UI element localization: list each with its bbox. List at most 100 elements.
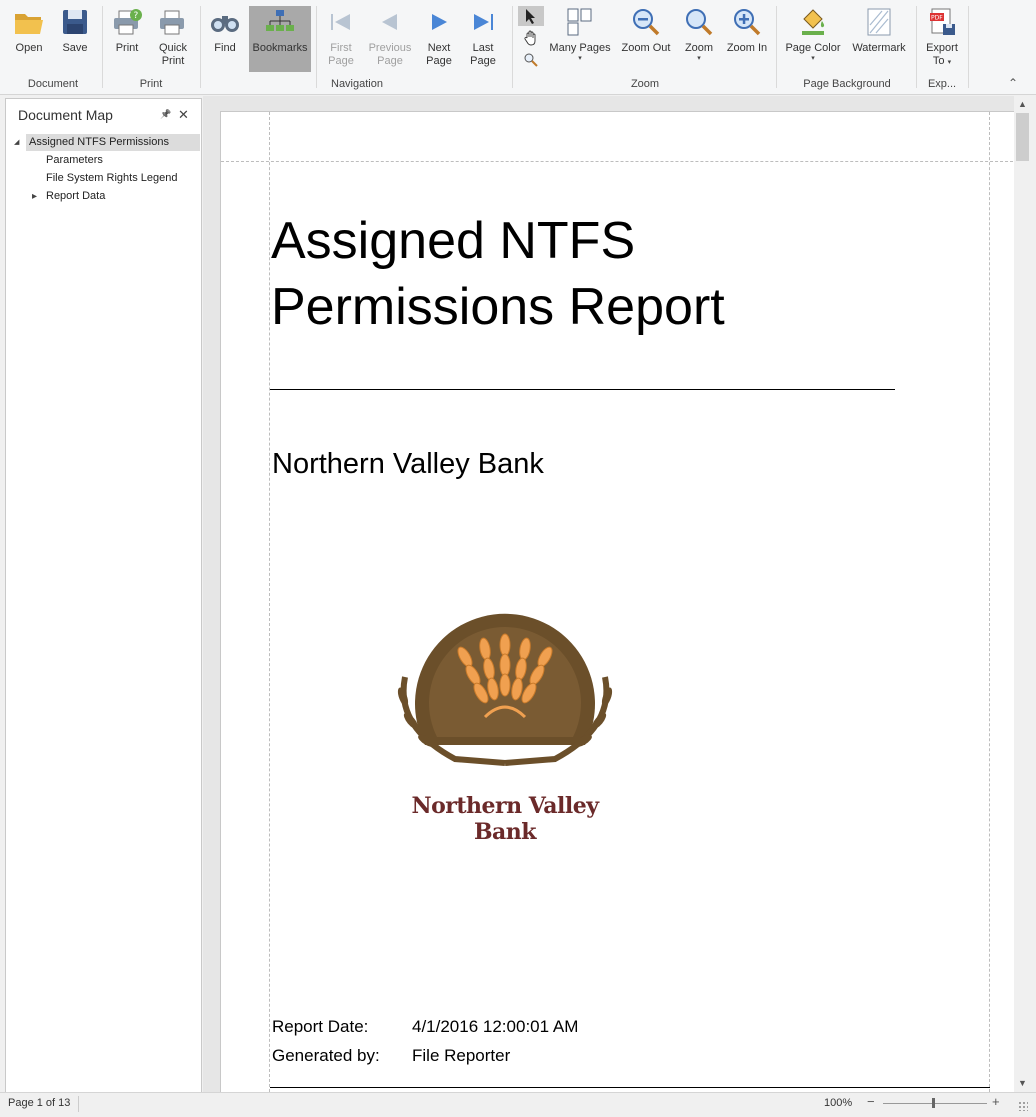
- close-icon[interactable]: ✕: [178, 107, 189, 123]
- group-separator: [968, 6, 969, 88]
- tree-item-report-data[interactable]: ▸ Report Data: [32, 188, 105, 205]
- report-date-value: 4/1/2016 12:00:01 AM: [412, 1017, 579, 1036]
- dropdown-caret-icon: ▾: [697, 55, 701, 62]
- collapse-triangle-icon[interactable]: ◢: [14, 134, 19, 151]
- group-label-print: Print: [139, 78, 163, 90]
- zoom-button[interactable]: Zoom ▾: [678, 6, 720, 72]
- group-separator: [316, 6, 317, 88]
- scroll-up-arrow-icon[interactable]: ▲: [1018, 99, 1027, 109]
- margin-guide-left: [269, 112, 270, 1102]
- dropdown-caret-icon: ▾: [811, 55, 815, 62]
- zoom-out-icon: [631, 6, 661, 38]
- last-page-icon: [470, 6, 496, 38]
- page-indicator: Page 1 of 13: [8, 1097, 71, 1109]
- document-map-panel: Document Map 📌 ✕ ◢ Assigned NTFS Permiss…: [5, 98, 202, 1093]
- many-pages-button[interactable]: Many Pages ▾: [548, 6, 612, 72]
- group-separator: [102, 6, 103, 88]
- vertical-scrollbar[interactable]: ▲ ▼: [1014, 96, 1031, 1092]
- many-pages-icon: [565, 6, 595, 38]
- group-separator: [916, 6, 917, 88]
- resize-grip-icon[interactable]: [1018, 1101, 1028, 1111]
- zoom-out-small-button[interactable]: −: [867, 1094, 875, 1109]
- quick-print-button[interactable]: Quick Print: [152, 6, 194, 72]
- group-separator: [200, 6, 201, 88]
- status-bar: Page 1 of 13 100% − +: [0, 1092, 1036, 1117]
- margin-guide-right: [989, 112, 990, 1102]
- footer-divider: [270, 1087, 990, 1088]
- group-label-navigation: Navigation: [331, 78, 383, 90]
- magnifier-icon: [524, 53, 538, 67]
- floppy-disk-icon: [61, 6, 89, 38]
- status-separator: [78, 1096, 79, 1112]
- collapse-ribbon-icon[interactable]: ⌃: [1008, 76, 1018, 90]
- folder-open-icon: [13, 6, 45, 38]
- find-button[interactable]: Find: [204, 6, 246, 72]
- pin-icon[interactable]: 📌: [160, 109, 171, 120]
- company-name: Northern Valley Bank: [272, 448, 544, 480]
- wheat-logo-icon: [397, 613, 613, 766]
- pdf-export-icon: PDF: [927, 6, 957, 38]
- scrollbar-thumb[interactable]: [1016, 113, 1029, 161]
- paint-bucket-icon: [798, 6, 828, 38]
- report-title: Assigned NTFS Permissions Report: [271, 212, 725, 336]
- zoom-icon: [684, 6, 714, 38]
- printer-icon: [157, 6, 189, 38]
- svg-text:PDF: PDF: [931, 15, 943, 22]
- previous-page-button[interactable]: Previous Page: [366, 6, 414, 72]
- pointer-tool-button[interactable]: [518, 6, 544, 26]
- page-color-button[interactable]: Page Color ▾: [782, 6, 844, 72]
- last-page-button[interactable]: Last Page: [462, 6, 504, 72]
- zoom-slider[interactable]: [883, 1103, 987, 1104]
- zoom-in-small-button[interactable]: +: [992, 1094, 1000, 1109]
- binoculars-icon: [209, 6, 241, 38]
- zoom-out-button[interactable]: Zoom Out: [618, 6, 674, 72]
- zoom-slider-thumb[interactable]: [932, 1098, 935, 1108]
- cursor-arrow-icon: [526, 9, 535, 24]
- tree-item-assigned-ntfs-permissions[interactable]: ◢ Assigned NTFS Permissions: [14, 134, 200, 151]
- scroll-down-arrow-icon[interactable]: ▼: [1018, 1078, 1027, 1088]
- next-page-icon: [426, 6, 452, 38]
- zoom-in-icon: [732, 6, 762, 38]
- bank-logo: Northern Valley Bank: [385, 597, 645, 845]
- bookmarks-button[interactable]: Bookmarks: [249, 6, 311, 72]
- title-divider: [270, 389, 895, 390]
- printer-icon: ?: [111, 6, 143, 38]
- bookmarks-tree-icon: [264, 6, 296, 38]
- hand-tool-button[interactable]: [518, 28, 544, 48]
- tree-item-parameters[interactable]: Parameters: [46, 152, 103, 169]
- watermark-button[interactable]: Watermark: [848, 6, 910, 72]
- generated-by-label: Generated by:: [272, 1046, 380, 1065]
- open-button[interactable]: Open: [8, 6, 50, 72]
- dropdown-caret-icon: ▾: [947, 59, 952, 66]
- first-page-icon: [328, 6, 354, 38]
- document-map-title: Document Map: [18, 107, 113, 123]
- dropdown-caret-icon: ▾: [578, 55, 582, 62]
- first-page-button[interactable]: First Page: [320, 6, 362, 72]
- save-button[interactable]: Save: [54, 6, 96, 72]
- next-page-button[interactable]: Next Page: [418, 6, 460, 72]
- group-separator: [776, 6, 777, 88]
- document-viewer[interactable]: Assigned NTFS Permissions Report Norther…: [203, 96, 1031, 1103]
- hand-icon: [524, 30, 536, 46]
- watermark-icon: [866, 6, 892, 38]
- group-separator: [512, 6, 513, 88]
- previous-page-icon: [377, 6, 403, 38]
- export-to-button[interactable]: PDF Export To ▾: [920, 6, 964, 72]
- logo-text: Northern Valley Bank: [411, 793, 599, 845]
- magnifier-tool-button[interactable]: [518, 50, 544, 70]
- group-label-export: Exp...: [927, 78, 957, 90]
- zoom-level: 100%: [824, 1097, 853, 1109]
- group-label-zoom: Zoom: [630, 78, 660, 90]
- svg-text:?: ?: [134, 11, 139, 21]
- zoom-in-button[interactable]: Zoom In: [724, 6, 770, 72]
- group-label-page-background: Page Background: [803, 78, 891, 90]
- expand-triangle-icon[interactable]: ▸: [32, 188, 37, 205]
- print-button[interactable]: ? Print: [106, 6, 148, 72]
- report-date-label: Report Date:: [272, 1017, 369, 1036]
- ribbon-toolbar: Open Save Document ? Print Quick Print P…: [0, 0, 1036, 95]
- generated-by-value: File Reporter: [412, 1046, 511, 1065]
- report-page: Assigned NTFS Permissions Report Norther…: [220, 111, 1019, 1103]
- tree-item-file-system-rights-legend[interactable]: File System Rights Legend: [46, 170, 177, 187]
- group-label-document: Document: [27, 78, 79, 90]
- margin-guide-top: [221, 161, 1018, 162]
